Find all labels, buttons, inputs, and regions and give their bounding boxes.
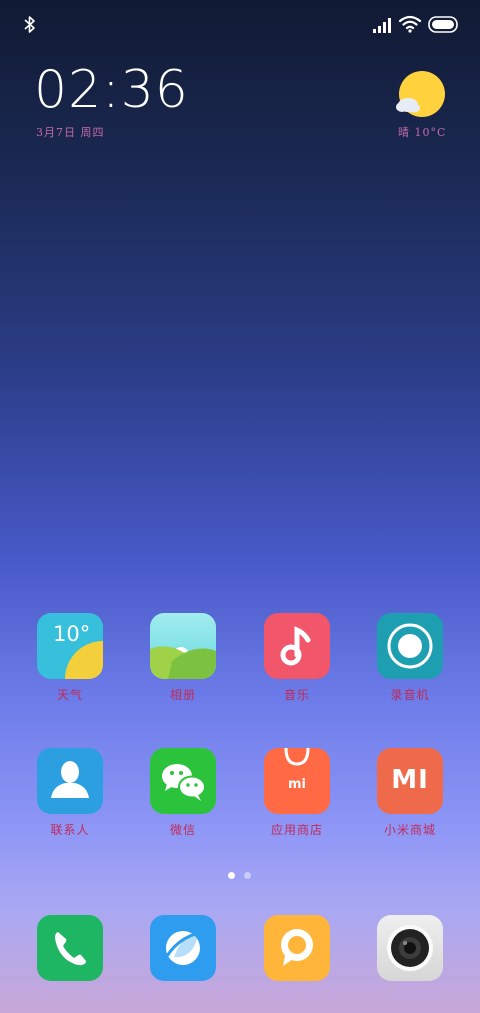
- app-music[interactable]: 音乐: [252, 613, 342, 703]
- app-label: 应用商店: [270, 823, 323, 837]
- wifi-icon: [398, 15, 422, 33]
- message-bubble-icon: [264, 915, 330, 981]
- app-label: 联系人: [50, 823, 90, 837]
- app-gallery[interactable]: 相册: [138, 613, 228, 703]
- page-indicator[interactable]: [226, 872, 256, 880]
- dock-messages[interactable]: [252, 915, 342, 981]
- mi-store-mark: MI: [391, 765, 429, 795]
- app-store-mark: mi: [287, 777, 306, 792]
- weather-app-temp: 10°: [53, 622, 91, 646]
- app-label: 微信: [169, 823, 196, 837]
- app-label: 天气: [56, 688, 83, 702]
- dock-browser[interactable]: [138, 915, 228, 981]
- cellular-signal-icon: [373, 18, 391, 33]
- clock-date: 3月7日 周四: [36, 126, 105, 139]
- app-label: 录音机: [390, 688, 430, 702]
- app-weather[interactable]: 10° 天气: [25, 613, 115, 703]
- page-dot-active[interactable]: [228, 872, 235, 879]
- dock-phone[interactable]: [25, 915, 115, 981]
- record-icon: [377, 613, 443, 679]
- app-contacts[interactable]: 联系人: [25, 748, 115, 838]
- battery-icon: [428, 16, 458, 33]
- app-label: 小米商城: [383, 823, 436, 837]
- page-dot[interactable]: [244, 872, 251, 879]
- camera-lens-icon: [377, 915, 443, 981]
- music-note-icon: [264, 613, 330, 679]
- weather-summary: 晴 10°C: [398, 126, 447, 139]
- clock-time[interactable]: 02:36: [34, 60, 189, 120]
- phone-handset-icon: [37, 915, 103, 981]
- browser-globe-icon: [150, 915, 216, 981]
- wechat-bubbles-icon: [150, 748, 216, 814]
- status-bar: [0, 0, 480, 52]
- app-mi-store[interactable]: MI 小米商城: [365, 748, 455, 838]
- mi-logo-icon: MI: [377, 748, 443, 814]
- dock-camera[interactable]: [365, 915, 455, 981]
- app-recorder[interactable]: 录音机: [365, 613, 455, 703]
- weather-app-icon: 10°: [37, 613, 103, 679]
- bluetooth-icon: [24, 16, 35, 33]
- gallery-icon: [150, 613, 216, 679]
- shopping-bag-icon: mi: [264, 748, 330, 814]
- contacts-person-icon: [37, 748, 103, 814]
- app-store[interactable]: mi 应用商店: [252, 748, 342, 838]
- app-wechat[interactable]: 微信: [138, 748, 228, 838]
- partly-sunny-icon[interactable]: [394, 70, 446, 122]
- app-label: 音乐: [283, 688, 310, 702]
- app-label: 相册: [169, 688, 196, 702]
